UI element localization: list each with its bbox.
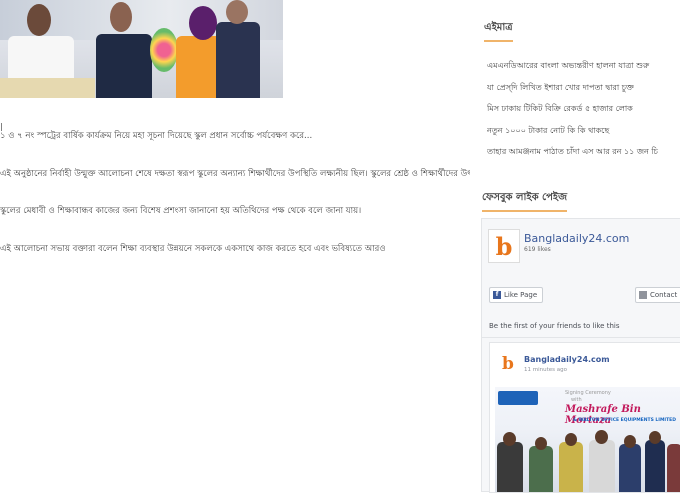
like-page-button[interactable]: f Like Page <box>489 287 544 303</box>
post-image-person <box>529 446 553 492</box>
post-image-person-head <box>503 432 516 446</box>
post-image-with: with <box>571 397 582 403</box>
contact-label: Contact <box>650 291 678 299</box>
logo-letter: b <box>495 231 513 261</box>
latest-news-title: এইমাত্র <box>484 20 513 42</box>
fb-post: b Bangladaily24.com 11 minutes ago Signi… <box>489 342 680 493</box>
post-author[interactable]: Bangladaily24.com <box>524 355 610 364</box>
fb-page-name[interactable]: Bangladaily24.com <box>524 232 629 245</box>
photo-person-2 <box>96 34 152 98</box>
message-icon <box>639 291 647 299</box>
latest-news-item[interactable]: এমএনডিআরের বাংলা অভ্যন্তরীণ হালনা যাত্রা… <box>487 55 680 77</box>
photo-person-1-head <box>27 4 51 36</box>
post-image-person-head <box>565 433 577 446</box>
post-image-person <box>667 444 680 492</box>
post-image-person <box>497 442 523 492</box>
post-logo-letter: b <box>502 354 514 374</box>
post-image-person <box>645 440 665 492</box>
facebook-page-widget: b Bangladaily24.com 619 likes f Like Pag… <box>481 218 680 493</box>
post-image[interactable]: Signing Ceremony with Mashrafe Bin Morta… <box>495 387 680 492</box>
fb-friends-text: Be the first of your friends to like thi… <box>489 322 620 330</box>
photo-person-4 <box>216 22 260 98</box>
post-avatar-icon[interactable]: b <box>498 353 518 375</box>
facebook-f-icon: f <box>493 291 501 299</box>
post-image-person-head <box>535 437 547 450</box>
facebook-section-title: ফেসবুক লাইক পেইজ <box>482 190 568 212</box>
photo-person-3-head <box>189 6 217 40</box>
article-body: ১ ও ৭ নং স্পট্রের বার্ষিক কার্যক্রম নিয়… <box>0 118 470 278</box>
post-timestamp[interactable]: 11 minutes ago <box>524 367 567 373</box>
divider <box>482 337 680 338</box>
post-image-company: & WALTON OFFICE EQUIPMENTS LIMITED <box>573 418 676 423</box>
contact-button[interactable]: Contact <box>635 287 680 303</box>
article-paragraph: ১ ও ৭ নং স্পট্রের বার্ষিক কার্যক্রম নিয়… <box>0 131 313 141</box>
latest-news-item[interactable]: নতুন ১০০০ টাকার নোট কি কি থাকছে <box>487 120 680 142</box>
latest-news-list: এমএনডিআরের বাংলা অভ্যন্তরীণ হালনা যাত্রা… <box>487 55 680 163</box>
like-page-label: Like Page <box>504 291 538 299</box>
post-image-person-head <box>595 430 608 444</box>
latest-news-item[interactable]: যা প্রেস্‌দি লিখিত ইশারা খোর দাপতা দ্বার… <box>487 77 680 99</box>
fb-like-count: 619 likes <box>524 246 551 253</box>
walton-logo-icon <box>498 391 538 405</box>
article-photo <box>0 0 283 98</box>
article-paragraph: এই আলোচনা সভায় বক্তারা বলেন শিক্ষা ব্যব… <box>0 243 386 254</box>
post-image-person <box>589 440 615 492</box>
photo-lectern <box>0 78 95 98</box>
post-image-person <box>559 442 583 492</box>
article-paragraph: স্কুলের মেধাবী ও শিক্ষাবান্ধব কাজের জন্য… <box>0 206 362 216</box>
article-paragraph: এই অনুষ্ঠানের নির্বাহী উন্মুক্ত আলোচনা শ… <box>0 168 470 179</box>
post-image-person-head <box>624 435 636 448</box>
latest-news-item[interactable]: মিস ঢাকায় টিকিট বিক্রি রেকর্ড ৫ হাজার ল… <box>487 98 680 120</box>
post-image-heading: Signing Ceremony <box>565 390 611 396</box>
latest-news-item[interactable]: তাহার আমঞ্জনাম পাঠাত চাঁদা এস আর রন ১১ জ… <box>487 141 680 163</box>
photo-person-4-head <box>226 0 248 24</box>
photo-bouquet <box>150 28 178 72</box>
photo-person-2-head <box>110 2 132 32</box>
post-image-person-head <box>649 431 661 444</box>
page-logo-icon[interactable]: b <box>488 229 520 263</box>
post-image-person <box>619 444 641 492</box>
